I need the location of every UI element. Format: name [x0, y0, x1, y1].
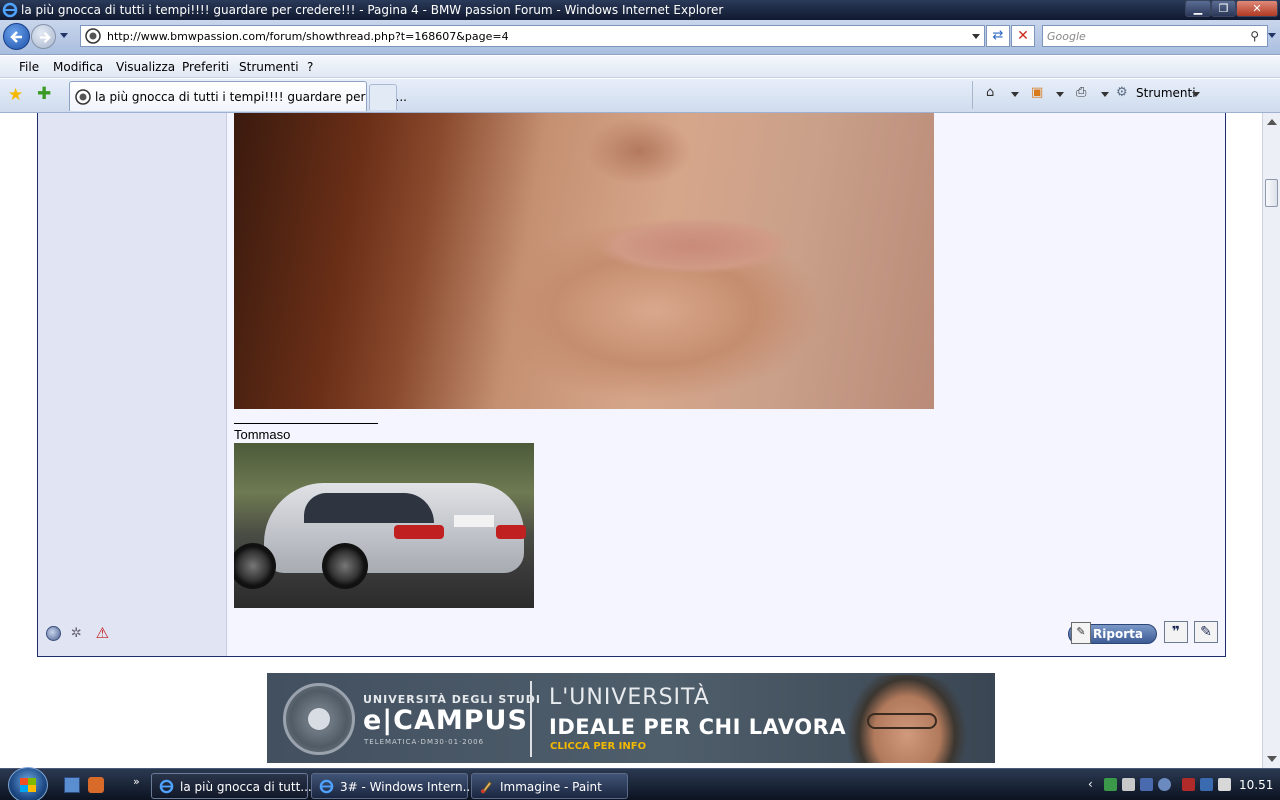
menu-modifica[interactable]: Modifica: [53, 60, 103, 74]
banner-cta[interactable]: CLICCA PER INFO: [550, 741, 646, 752]
banner-headline-2: IDEALE PER CHI LAVORA: [549, 715, 847, 739]
pencil-icon: ✎: [1071, 622, 1091, 644]
paint-icon: [480, 781, 492, 794]
taskbar-button-paint[interactable]: Immagine - Paint: [471, 773, 628, 799]
back-button[interactable]: [3, 23, 30, 50]
address-bar[interactable]: http://www.bmwpassion.com/forum/showthre…: [80, 25, 985, 47]
quick-launch-more-icon[interactable]: »: [133, 775, 140, 788]
banner-brand: e|CAMPUS: [363, 705, 528, 736]
recent-pages-dropdown[interactable]: [60, 33, 68, 38]
tray-app-icon[interactable]: [1158, 778, 1171, 791]
banner-headline-1: L'UNIVERSITÀ: [549, 685, 710, 710]
taskbar-button-ie-forum[interactable]: la più gnocca di tutt...: [151, 773, 312, 799]
menu-bar: File Modifica Visualizza Preferiti Strum…: [0, 56, 1280, 78]
taskbar-button-label: 3# - Windows Intern...: [340, 780, 475, 794]
home-dropdown[interactable]: [1011, 92, 1019, 97]
new-tab-button[interactable]: [369, 84, 397, 110]
tools-menu-label[interactable]: Strumenti: [1136, 86, 1196, 100]
volume-icon[interactable]: [1218, 778, 1231, 791]
window-title: la più gnocca di tutti i tempi!!!! guard…: [21, 3, 724, 17]
show-desktop-icon[interactable]: [64, 777, 80, 793]
menu-help[interactable]: ?: [307, 60, 313, 74]
scroll-down-icon[interactable]: [1267, 756, 1277, 762]
tabs-bar: ★ ✚ la più gnocca di tutti i tempi!!!! g…: [0, 79, 1280, 113]
page-content: Tommaso ✲ ⚠ ✎ Riporta ❞ ✎ UNIVERSITÀ DEG…: [0, 113, 1262, 768]
address-dropdown-icon[interactable]: [972, 34, 980, 39]
banner-divider: [530, 681, 532, 757]
taskbar: » la più gnocca di tutt... 3# - Windows …: [0, 767, 1280, 800]
report-button[interactable]: ✎ Riporta: [1068, 622, 1157, 644]
forward-arrow-icon: [39, 32, 51, 43]
tray-app-icon[interactable]: [1182, 778, 1195, 791]
start-button[interactable]: [8, 767, 48, 800]
ad-banner[interactable]: UNIVERSITÀ DEGLI STUDI e|CAMPUS TELEMATI…: [267, 673, 995, 763]
forum-post: Tommaso ✲ ⚠ ✎ Riporta ❞ ✎: [37, 113, 1226, 657]
page-icon: [75, 89, 91, 105]
ip-icon[interactable]: ✲: [71, 626, 86, 641]
edit-button[interactable]: ✎: [1194, 621, 1218, 643]
menu-file[interactable]: File: [19, 60, 39, 74]
menu-preferiti[interactable]: Preferiti: [182, 60, 229, 74]
gear-icon[interactable]: ⚙: [1116, 85, 1128, 100]
report-button-label: Riporta: [1093, 627, 1143, 641]
network-icon[interactable]: [1200, 778, 1213, 791]
scroll-up-icon[interactable]: [1267, 119, 1277, 125]
close-button[interactable]: ✕: [1236, 0, 1278, 17]
search-icon[interactable]: ⚲: [1250, 29, 1259, 43]
quick-launch-app-icon[interactable]: [88, 777, 104, 793]
signature-divider: [234, 423, 378, 424]
stop-button[interactable]: ✕: [1011, 25, 1035, 47]
feeds-icon[interactable]: ▣: [1031, 85, 1043, 100]
post-author-panel: [38, 113, 227, 656]
vertical-scrollbar[interactable]: [1262, 113, 1280, 768]
add-favorite-icon[interactable]: ✚: [37, 84, 51, 104]
page-icon: [85, 28, 101, 44]
offline-status-icon: [46, 626, 61, 641]
windows-logo-icon: [20, 778, 36, 792]
university-seal-logo: [283, 683, 355, 755]
clock[interactable]: 10.51: [1239, 778, 1273, 792]
print-icon[interactable]: ⎙: [1076, 85, 1086, 100]
signature-name: Tommaso: [234, 427, 291, 442]
tray-expand-icon[interactable]: ‹: [1088, 777, 1093, 791]
ie-icon: [319, 779, 334, 794]
banner-glasses-shape: [867, 713, 937, 729]
minimize-button[interactable]: ▁: [1185, 0, 1211, 17]
tray-app-icon[interactable]: [1122, 778, 1135, 791]
back-arrow-icon: [10, 31, 22, 43]
warning-icon[interactable]: ⚠: [96, 626, 111, 641]
tools-dropdown[interactable]: [1192, 92, 1200, 97]
search-options-dropdown[interactable]: [1268, 33, 1276, 38]
search-input[interactable]: Google: [1047, 30, 1086, 43]
ie-icon: [2, 2, 18, 18]
print-dropdown[interactable]: [1101, 92, 1109, 97]
taskbar-button-label: Immagine - Paint: [500, 780, 602, 794]
command-bar-divider: [972, 81, 973, 109]
taskbar-button-ie-3[interactable]: 3# - Windows Intern...: [311, 773, 474, 799]
window-title-bar: la più gnocca di tutti i tempi!!!! guard…: [0, 0, 1280, 20]
ie-icon: [159, 779, 174, 794]
maximize-button[interactable]: ❐: [1211, 0, 1236, 17]
quote-button[interactable]: ❞: [1164, 621, 1188, 643]
menu-strumenti[interactable]: Strumenti: [239, 60, 299, 74]
refresh-button[interactable]: ⇄: [986, 25, 1010, 47]
taskbar-button-label: la più gnocca di tutt...: [180, 780, 312, 794]
favorites-star-icon[interactable]: ★: [8, 85, 23, 105]
tray-app-icon[interactable]: [1140, 778, 1153, 791]
url-text[interactable]: http://www.bmwpassion.com/forum/showthre…: [107, 30, 509, 43]
banner-telematica: TELEMATICA·DM30·01·2006: [364, 738, 485, 746]
post-status-icons: ✲ ⚠: [46, 626, 117, 641]
network-user-icon[interactable]: [1104, 778, 1117, 791]
scroll-thumb[interactable]: [1265, 179, 1278, 207]
search-box[interactable]: Google ⚲: [1042, 25, 1268, 47]
navigation-bar: http://www.bmwpassion.com/forum/showthre…: [0, 20, 1280, 55]
forward-button[interactable]: [31, 24, 56, 49]
home-icon[interactable]: ⌂: [986, 85, 994, 100]
post-image: [234, 113, 934, 409]
signature-car-image: [234, 443, 534, 608]
tab-label: la più gnocca di tutti i tempi!!!! guard…: [95, 90, 407, 104]
menu-visualizza[interactable]: Visualizza: [116, 60, 175, 74]
feeds-dropdown[interactable]: [1056, 92, 1064, 97]
tab-active[interactable]: la più gnocca di tutti i tempi!!!! guard…: [69, 81, 407, 111]
